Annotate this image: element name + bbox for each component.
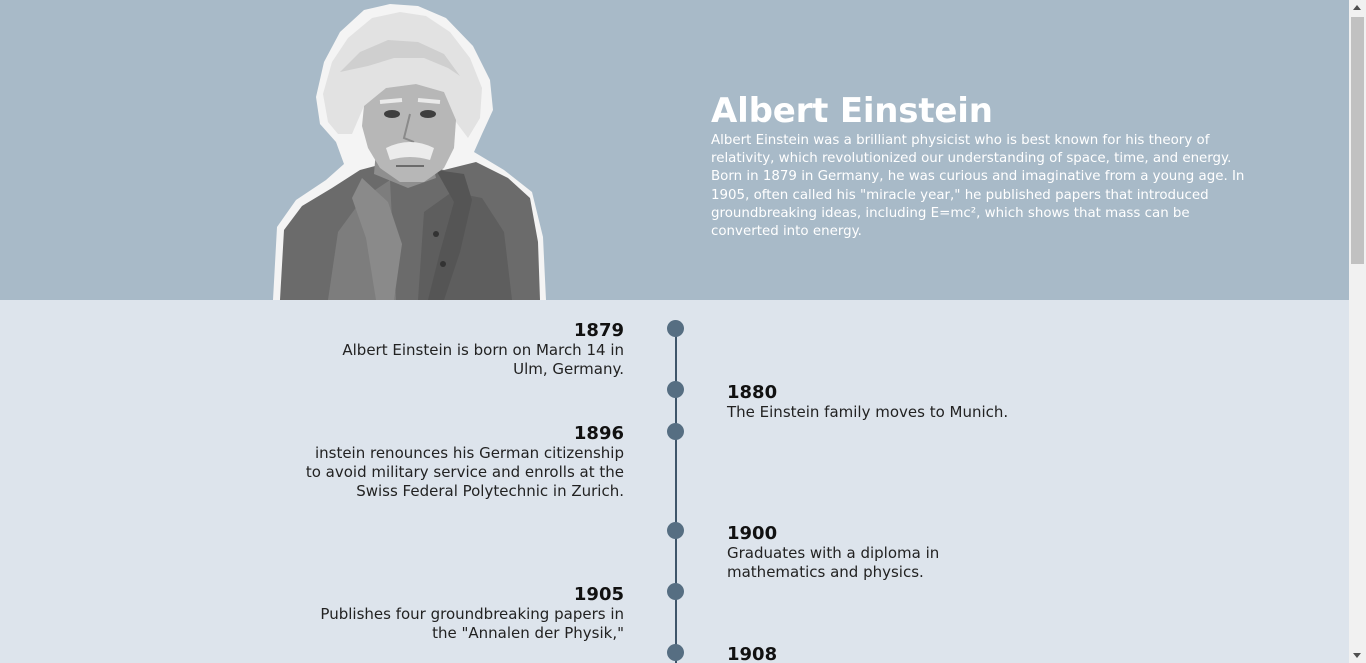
scrollbar-thumb[interactable] [1351,17,1364,264]
event-text: instein renounces his German citizenship… [305,444,624,500]
timeline-event: 1900 Graduates with a diploma in mathema… [727,523,977,582]
timeline: 1879 Albert Einstein is born on March 14… [0,300,1349,663]
event-text: Publishes four groundbreaking papers in … [320,605,624,642]
timeline-event: 1905 Publishes four groundbreaking paper… [304,584,624,643]
event-text: The Einstein family moves to Munich. [727,403,1009,421]
hero-text: Albert Einstein Albert Einstein was a br… [711,90,1246,241]
timeline-event: 1879 Albert Einstein is born on March 14… [304,320,624,379]
hero-banner: Albert Einstein Albert Einstein was a br… [0,0,1349,300]
timeline-axis [675,328,677,663]
event-year: 1905 [573,584,624,605]
timeline-event: 1908 [727,644,977,663]
event-text: Albert Einstein is born on March 14 in U… [342,341,624,378]
timeline-dot-1905 [667,583,684,600]
event-year: 1908 [727,644,778,663]
event-year: 1879 [573,320,624,341]
timeline-dot-1908 [667,644,684,661]
event-year: 1900 [727,523,778,544]
event-year: 1880 [727,382,778,403]
timeline-event: 1896 instein renounces his German citize… [304,423,624,501]
timeline-dot-1896 [667,423,684,440]
hero-description: Albert Einstein was a brilliant physicis… [711,133,1245,240]
timeline-dot-1880 [667,381,684,398]
event-text: Graduates with a diploma in mathematics … [727,544,940,581]
timeline-dot-1900 [667,522,684,539]
scroll-up-arrow-icon[interactable] [1353,5,1361,10]
event-year: 1896 [573,423,624,444]
timeline-dot-1879 [667,320,684,337]
timeline-event: 1880 The Einstein family moves to Munich… [727,382,1057,422]
einstein-portrait [273,4,546,300]
vertical-scrollbar[interactable] [1349,0,1366,663]
page: Albert Einstein Albert Einstein was a br… [0,0,1349,663]
scroll-down-arrow-icon[interactable] [1353,653,1361,658]
hero-title: Albert Einstein [711,91,993,131]
